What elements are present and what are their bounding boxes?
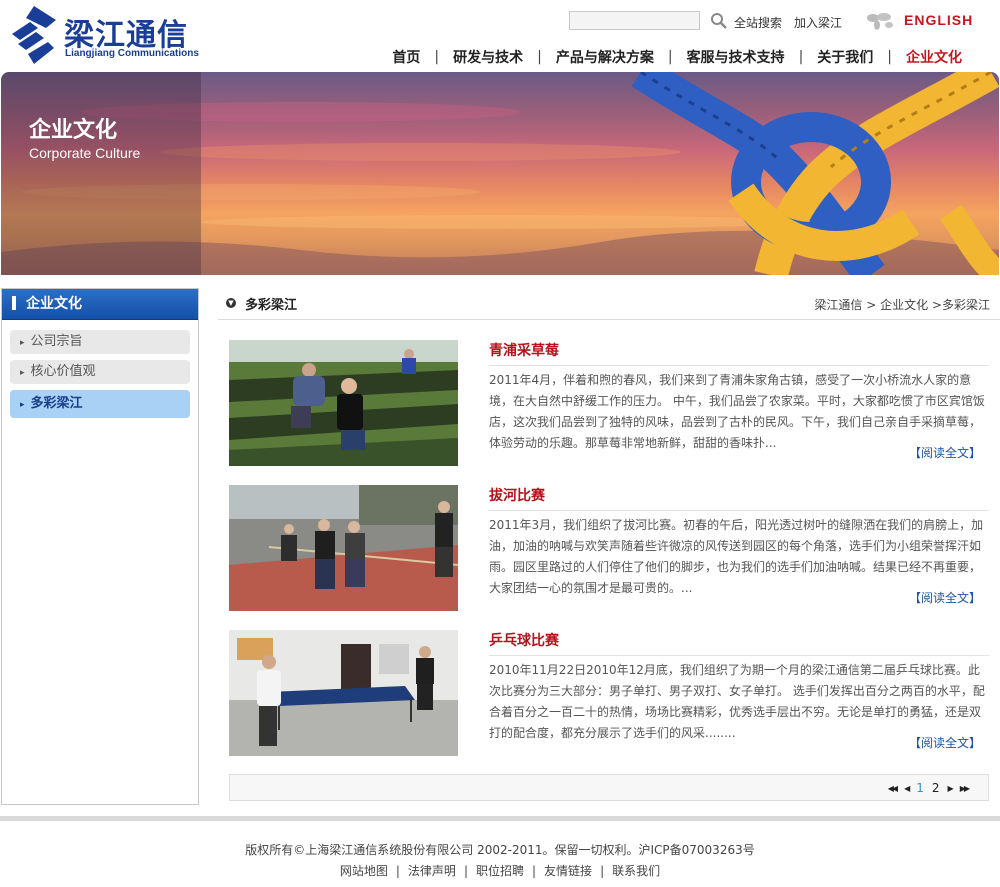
divider: [489, 510, 989, 511]
read-more-link[interactable]: 【阅读全文】: [909, 444, 981, 461]
page-title: 多彩梁江: [245, 298, 298, 313]
arrow-right-icon: ▸: [20, 400, 25, 410]
next-page-button[interactable]: ▶: [948, 784, 954, 793]
breadcrumb-separator: >: [862, 298, 881, 312]
logo[interactable]: 梁江通信 Liangjiang Communications: [8, 4, 199, 68]
footer-separator: |: [395, 864, 400, 878]
article-item: 拔河比赛 2011年3月，我们组织了拔河比赛。初春的午后，阳光透过树叶的缝隙洒在…: [229, 485, 991, 611]
article-title[interactable]: 乒乓球比赛: [489, 630, 559, 650]
article-item: 青浦采草莓 2011年4月，伴着和煦的春风，我们来到了青浦朱家角古镇，感受了一次…: [229, 340, 991, 466]
footer-link-friends[interactable]: 友情链接: [544, 864, 592, 878]
site-search-link[interactable]: 全站搜索: [734, 14, 782, 31]
nav-culture[interactable]: 企业文化: [892, 47, 976, 67]
breadcrumb: 梁江通信 > 企业文化 >多彩梁江: [814, 296, 990, 313]
prev-page-button[interactable]: ◀: [904, 784, 910, 793]
sidebar-item-colorful[interactable]: ▸ 多彩梁江: [10, 390, 190, 418]
breadcrumb-separator: >: [928, 298, 942, 312]
footer-separator: |: [463, 864, 468, 878]
divider: [489, 365, 989, 366]
footer-link-contact[interactable]: 联系我们: [612, 864, 660, 878]
first-page-button[interactable]: ◀◀: [888, 784, 898, 793]
sidebar-item-label: 核心价值观: [30, 364, 96, 379]
sidebar-item-values[interactable]: ▸ 核心价值观: [10, 360, 190, 384]
search-icon[interactable]: [710, 12, 728, 30]
circle-arrow-icon: ▼: [226, 298, 236, 308]
banner: 企业文化 Corporate Culture: [1, 72, 999, 275]
sidebar-item-mission[interactable]: ▸ 公司宗旨: [10, 330, 190, 354]
pagination: ◀◀ ◀ 1 2 ▶ ▶▶: [229, 774, 989, 801]
footer-link-sitemap[interactable]: 网站地图: [340, 864, 388, 878]
breadcrumb-section[interactable]: 企业文化: [880, 298, 928, 312]
breadcrumb-home[interactable]: 梁江通信: [814, 298, 862, 312]
table-tennis-photo[interactable]: [229, 630, 458, 756]
content-header: ▼ 多彩梁江 梁江通信 > 企业文化 >多彩梁江: [218, 290, 1000, 320]
nav-products[interactable]: 产品与解决方案: [542, 47, 668, 67]
world-map-icon: [867, 13, 893, 30]
article-title[interactable]: 青浦采草莓: [489, 340, 559, 360]
article-title[interactable]: 拔河比赛: [489, 485, 545, 505]
footer-links: 网站地图 | 法律声明 | 职位招聘 | 友情链接 | 联系我们: [0, 862, 1000, 879]
banner-subtitle: Corporate Culture: [29, 145, 141, 161]
article-summary: 2010年11月22日2010年12月底，我们组织了为期一个月的梁江通信第二届乒…: [489, 663, 985, 740]
join-link[interactable]: 加入梁江: [794, 14, 842, 31]
tug-of-war-photo[interactable]: [229, 485, 458, 611]
nav-about[interactable]: 关于我们: [803, 47, 887, 67]
arrow-right-icon: ▸: [20, 368, 25, 378]
nav-rnd[interactable]: 研发与技术: [439, 47, 537, 67]
arrow-right-icon: ▸: [20, 338, 25, 348]
sidebar-menu: ▸ 公司宗旨 ▸ 核心价值观 ▸ 多彩梁江: [2, 320, 198, 418]
rope-knot-image: [631, 72, 999, 275]
read-more-link[interactable]: 【阅读全文】: [909, 589, 981, 606]
sidebar-item-label: 公司宗旨: [30, 334, 83, 349]
main-nav: 首页 | 研发与技术 | 产品与解决方案 | 客服与技术支持 | 关于我们 | …: [378, 47, 976, 67]
footer-separator: |: [532, 864, 537, 878]
copyright-text: 版权所有©上海梁江通信系统股份有限公司 2002-2011。保留一切权利。沪IC…: [245, 843, 755, 857]
divider: [489, 655, 989, 656]
sidebar-title: 企业文化: [2, 289, 198, 320]
article-summary: 2011年3月，我们组织了拔河比赛。初春的午后，阳光透过树叶的缝隙洒在我们的肩膀…: [489, 518, 984, 595]
nav-home[interactable]: 首页: [378, 47, 434, 67]
breadcrumb-current: 多彩梁江: [941, 298, 990, 312]
page-number-1[interactable]: 1: [916, 781, 924, 795]
footer-separator: |: [600, 864, 605, 878]
sidebar-item-label: 多彩梁江: [30, 396, 83, 411]
search-input[interactable]: [569, 11, 700, 30]
last-page-button[interactable]: ▶▶: [960, 784, 970, 793]
footer-link-jobs[interactable]: 职位招聘: [476, 864, 524, 878]
logo-mark-icon: [12, 6, 56, 64]
banner-overlay: [1, 72, 201, 275]
article-item: 乒乓球比赛 2010年11月22日2010年12月底，我们组织了为期一个月的梁江…: [229, 630, 991, 756]
logo-text-en: Liangjiang Communications: [65, 48, 199, 59]
read-more-link[interactable]: 【阅读全文】: [909, 734, 981, 751]
sidebar: 企业文化 ▸ 公司宗旨 ▸ 核心价值观 ▸ 多彩梁江: [1, 288, 199, 805]
strawberry-picking-photo[interactable]: [229, 340, 458, 466]
page-number-2[interactable]: 2: [932, 781, 940, 795]
footer-link-legal[interactable]: 法律声明: [408, 864, 456, 878]
nav-support[interactable]: 客服与技术支持: [673, 47, 799, 67]
footer-divider: [0, 816, 1000, 821]
banner-title: 企业文化: [29, 118, 118, 143]
article-summary: 2011年4月，伴着和煦的春风，我们来到了青浦朱家角古镇，感受了一次小桥流水人家…: [489, 373, 985, 450]
english-link[interactable]: ENGLISH: [904, 12, 973, 28]
